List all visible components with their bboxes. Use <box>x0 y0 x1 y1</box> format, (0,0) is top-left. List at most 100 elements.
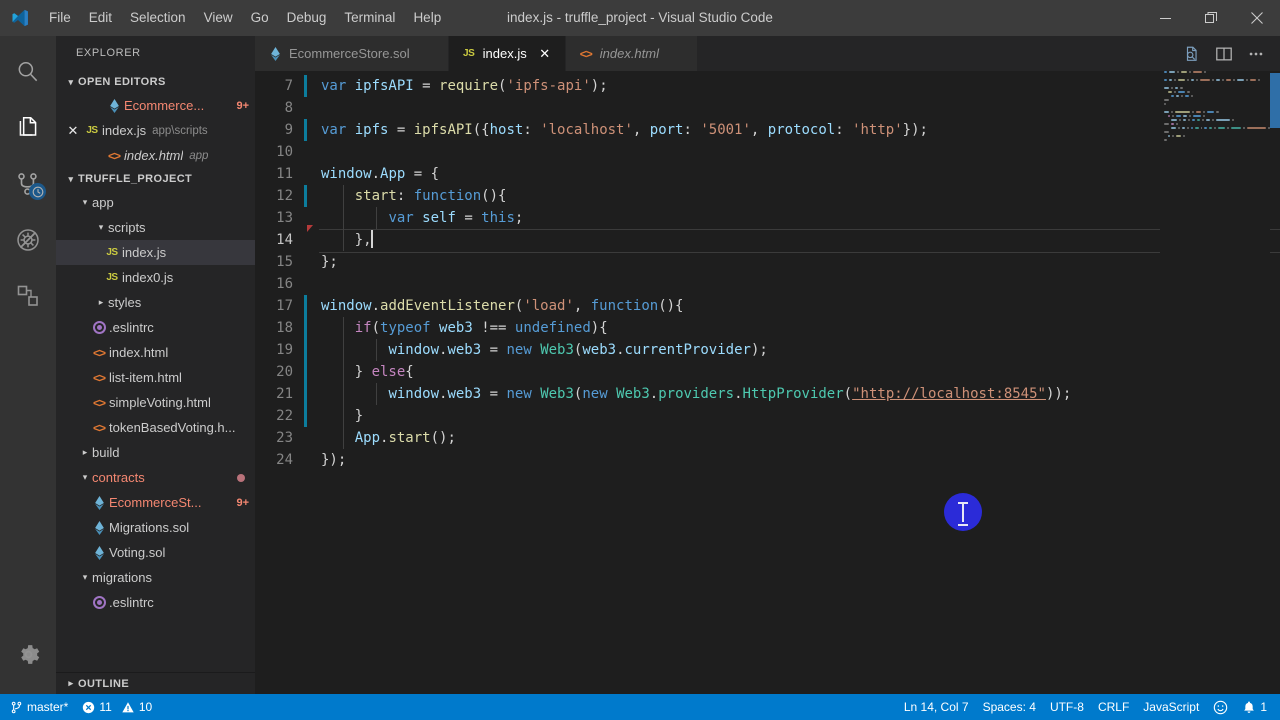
language-mode-status[interactable]: JavaScript <box>1136 694 1206 720</box>
code-token: { <box>405 364 414 380</box>
tab-ecommercestore-sol[interactable]: EcommerceStore.sol ✕ <box>255 36 449 71</box>
code-line[interactable]: 19 window.web3 = new Web3(web3.currentPr… <box>255 339 1280 361</box>
tree-item-index-html[interactable]: <> index.html <box>56 340 255 365</box>
code-line[interactable]: 11 window.App = { <box>255 163 1280 185</box>
js-icon: JS <box>463 48 475 59</box>
mouse-click-highlight <box>944 493 982 531</box>
cursor-position-status[interactable]: Ln 14, Col 7 <box>897 694 976 720</box>
code-line[interactable]: 22 } <box>255 405 1280 427</box>
explorer-files-icon[interactable] <box>0 100 56 156</box>
extensions-icon[interactable] <box>0 268 56 324</box>
menu-help[interactable]: Help <box>404 0 450 36</box>
code-line[interactable]: 23 App.start(); <box>255 427 1280 449</box>
tree-item-index-js[interactable]: JS index.js <box>56 240 255 265</box>
indentation-status[interactable]: Spaces: 4 <box>976 694 1043 720</box>
code-line[interactable]: 16 <box>255 273 1280 295</box>
tree-item-eslintrc-app[interactable]: .eslintrc <box>56 315 255 340</box>
menu-bar[interactable]: File Edit Selection View Go Debug Termin… <box>40 0 450 36</box>
code-line[interactable]: 13 var self = this; <box>255 207 1280 229</box>
problems-status[interactable]: 11 10 <box>75 694 159 720</box>
chevron-down-icon <box>78 572 92 583</box>
close-editor-icon[interactable]: ✕ <box>64 123 82 139</box>
tree-item-scripts[interactable]: scripts <box>56 215 255 240</box>
debug-disabled-icon[interactable] <box>0 212 56 268</box>
tree-item-tokenbasedvoting-html[interactable]: <> tokenBasedVoting.h... <box>56 415 255 440</box>
menu-edit[interactable]: Edit <box>80 0 121 36</box>
bell-icon <box>1242 700 1256 715</box>
open-editor-index-js[interactable]: ✕ JS index.js app\scripts <box>56 118 255 143</box>
open-editor-ecommerce[interactable]: Ecommerce... 9+ <box>56 93 255 118</box>
gear-icon[interactable] <box>0 626 56 682</box>
code-line[interactable]: 14 }, <box>255 225 1280 253</box>
editor-vertical-scrollbar[interactable] <box>1270 71 1280 694</box>
js-icon: JS <box>106 247 118 258</box>
restore-icon[interactable] <box>1188 0 1234 36</box>
close-icon[interactable] <box>1234 0 1280 36</box>
eol-status[interactable]: CRLF <box>1091 694 1136 720</box>
code-line[interactable]: 24}); <box>255 449 1280 471</box>
code-line[interactable]: 20 } else{ <box>255 361 1280 383</box>
open-changes-icon[interactable] <box>1178 40 1206 68</box>
code-scroll-container[interactable]: 7 var ipfsAPI = require('ipfs-api'); 8 9 var… <box>255 71 1280 694</box>
feedback-smiley-status[interactable] <box>1206 694 1235 720</box>
tree-item-label: tokenBasedVoting.h... <box>109 420 236 435</box>
split-editor-icon[interactable] <box>1210 40 1238 68</box>
close-tab-icon[interactable]: ✕ <box>535 46 555 62</box>
code-line[interactable]: 17 window.addEventListener('load', functi… <box>255 295 1280 317</box>
open-editor-label: index.js <box>102 123 147 138</box>
chevron-right-icon <box>64 678 78 689</box>
explorer-tree[interactable]: OPEN EDITORS Ecommerce... 9+ ✕ JS <box>56 71 255 672</box>
code-line[interactable]: 18 if(typeof web3 !== undefined){ <box>255 317 1280 339</box>
tree-item-index0-js[interactable]: JS index0.js <box>56 265 255 290</box>
tree-item-contracts[interactable]: contracts <box>56 465 255 490</box>
tree-item-migrations-folder[interactable]: migrations <box>56 565 255 590</box>
tab-index-html[interactable]: <> index.html ✕ <box>565 36 698 71</box>
menu-terminal[interactable]: Terminal <box>335 0 404 36</box>
minimize-icon[interactable] <box>1142 0 1188 36</box>
tab-index-js[interactable]: JS index.js ✕ <box>448 36 566 71</box>
section-outline[interactable]: OUTLINE <box>56 672 255 694</box>
notifications-status[interactable]: 1 <box>1235 694 1274 720</box>
code-line[interactable]: 12 start: function(){ <box>255 185 1280 207</box>
menu-go[interactable]: Go <box>242 0 278 36</box>
tree-item-styles[interactable]: styles <box>56 290 255 315</box>
tree-item-label: index.js <box>122 245 167 260</box>
code-line[interactable]: 9 var ipfs = ipfsAPI({host: 'localhost', … <box>255 119 1280 141</box>
search-icon[interactable] <box>0 44 56 100</box>
tree-item-ecommercestore-sol[interactable]: EcommerceSt... 9+ <box>56 490 255 515</box>
tree-item-voting-sol[interactable]: Voting.sol <box>56 540 255 565</box>
code-line-list[interactable]: 7 var ipfsAPI = require('ipfs-api'); 8 9 var… <box>255 71 1280 471</box>
open-editor-index-html[interactable]: <> index.html app <box>56 143 255 168</box>
more-actions-icon[interactable] <box>1242 40 1270 68</box>
branch-status[interactable]: master* <box>3 694 75 720</box>
tree-item-simplevoting-html[interactable]: <> simpleVoting.html <box>56 390 255 415</box>
tree-item-eslintrc-migrations[interactable]: .eslintrc <box>56 590 255 615</box>
code-token: window <box>321 298 372 314</box>
chevron-right-icon <box>94 297 108 308</box>
code-line[interactable]: 15}; <box>255 251 1280 273</box>
section-open-editors[interactable]: OPEN EDITORS <box>56 71 255 93</box>
code-line[interactable]: 7 var ipfsAPI = require('ipfs-api'); <box>255 75 1280 97</box>
section-project-label: TRUFFLE_PROJECT <box>78 173 193 185</box>
code-token: web3 <box>582 342 617 358</box>
section-truffle-project[interactable]: TRUFFLE_PROJECT <box>56 168 255 190</box>
menu-view[interactable]: View <box>195 0 242 36</box>
scrollbar-thumb[interactable] <box>1270 73 1280 128</box>
tree-item-migrations-sol[interactable]: Migrations.sol <box>56 515 255 540</box>
code-line[interactable]: 10 <box>255 141 1280 163</box>
indent-guide <box>376 383 378 405</box>
encoding-status[interactable]: UTF-8 <box>1043 694 1091 720</box>
menu-selection[interactable]: Selection <box>121 0 195 36</box>
tree-item-label: migrations <box>92 570 152 585</box>
code-line[interactable]: 8 <box>255 97 1280 119</box>
tree-item-app[interactable]: app <box>56 190 255 215</box>
tree-item-build[interactable]: build <box>56 440 255 465</box>
source-control-icon[interactable] <box>0 156 56 212</box>
open-editor-label: Ecommerce... <box>124 98 205 113</box>
tree-item-list-item-html[interactable]: <> list-item.html <box>56 365 255 390</box>
menu-debug[interactable]: Debug <box>278 0 336 36</box>
code-editor[interactable]: 7 var ipfsAPI = require('ipfs-api'); 8 9 var… <box>255 71 1280 694</box>
code-line[interactable]: 21 window. web3 = new Web3 (new Web3.provi… <box>255 383 1280 405</box>
menu-file[interactable]: File <box>40 0 80 36</box>
indent-guide <box>342 339 344 361</box>
